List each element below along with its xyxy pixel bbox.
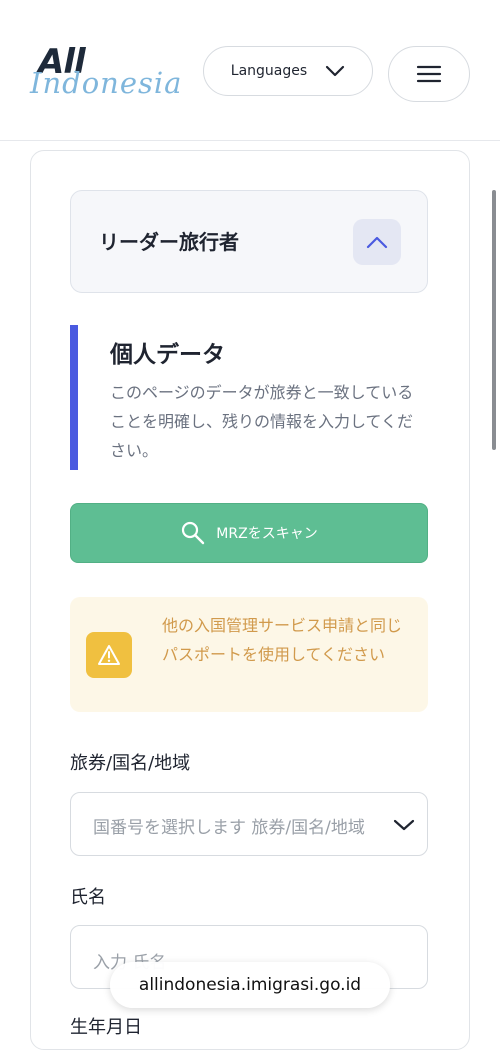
chevron-down-icon [391,817,417,833]
passport-country-label: 旅券/国名/地域 [70,753,191,774]
top-header: All Indonesia Languages [0,0,500,141]
logo-indonesia-text: Indonesia [30,66,183,100]
magnifier-icon [182,521,205,545]
personal-data-title: 個人データ [110,342,225,368]
accordion-collapse-button[interactable] [353,219,401,265]
scrollbar[interactable] [492,190,496,450]
warning-triangle-icon [98,645,120,665]
scan-mrz-button[interactable]: MRZをスキャン [70,503,428,563]
warning-notice: 他の入国管理サービス申請と同じパスポートを使用してください [70,597,428,712]
hamburger-icon [416,65,442,83]
languages-dropdown-button[interactable]: Languages [203,46,373,96]
personal-data-description: このページのデータが旅券と一致していることを明確し、残りの情報を入力してください… [110,383,414,460]
name-label: 氏名 [70,887,106,908]
chevron-down-icon [326,65,345,77]
browser-url-text: allindonesia.imigrasi.go.id [138,975,362,995]
warning-text: 他の入国管理サービス申請と同じパスポートを使用してください [162,616,403,664]
birthdate-label: 生年月日 [70,1017,142,1038]
languages-label: Languages [230,63,308,79]
all-indonesia-logo[interactable]: All Indonesia [30,38,181,108]
section-accent-bar [70,325,78,470]
passport-country-placeholder: 国番号を選択します 旅券/国名/地域 [93,818,365,838]
scan-mrz-label: MRZをスキャン [216,526,318,542]
leader-traveler-accordion[interactable]: リーダー旅行者 [70,190,428,293]
chevron-up-icon [366,236,388,249]
passport-country-select[interactable]: 国番号を選択します 旅券/国名/地域 [70,792,428,856]
warning-icon [86,632,132,678]
accordion-title: リーダー旅行者 [99,230,239,254]
browser-url-bar[interactable]: allindonesia.imigrasi.go.id [110,962,390,1008]
hamburger-menu-button[interactable] [388,46,470,102]
